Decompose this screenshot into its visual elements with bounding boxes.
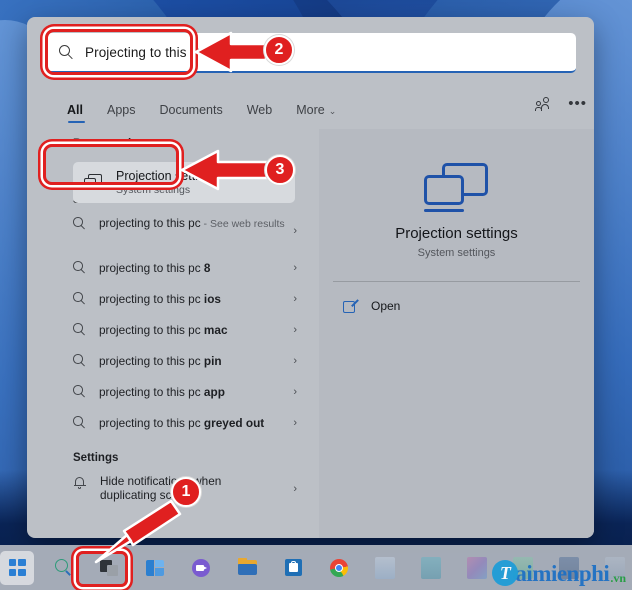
tab-all-label: All xyxy=(67,103,83,117)
pinned-app-button[interactable] xyxy=(368,551,402,585)
tab-documents-label: Documents xyxy=(159,103,223,117)
tab-web-label: Web xyxy=(246,103,273,117)
annotation-step-3: 3 xyxy=(265,155,295,185)
store-icon xyxy=(284,559,302,576)
web-result-item[interactable]: projecting to this pc greyed out › xyxy=(27,407,319,438)
watermark-tld: .vn xyxy=(610,571,626,585)
start-search-panel: Projecting to this PC All Apps Documents… xyxy=(27,17,594,538)
chevron-right-icon: › xyxy=(293,385,297,398)
tab-more-label: More xyxy=(296,103,325,117)
tab-web[interactable]: Web xyxy=(247,103,272,123)
folder-icon xyxy=(237,558,257,575)
tab-apps[interactable]: Apps xyxy=(107,103,136,123)
web-result-item[interactable]: projecting to this pc 8 › xyxy=(27,252,319,283)
web-result-item[interactable]: projecting to this pc ios › xyxy=(27,283,319,314)
search-icon xyxy=(54,559,72,576)
search-icon xyxy=(73,416,86,429)
pinned-app-icon xyxy=(421,556,441,579)
preview-subtitle: System settings xyxy=(417,247,496,259)
tabs-right-actions: ••• xyxy=(535,96,587,111)
chat-icon xyxy=(192,558,210,577)
watermark-logo-letter: T xyxy=(499,563,511,583)
web-result-item[interactable]: projecting to this pc mac › xyxy=(27,314,319,345)
chevron-right-icon: › xyxy=(293,416,297,429)
pinned-app-icon xyxy=(467,556,487,579)
chrome-icon xyxy=(330,558,348,577)
chevron-right-icon: › xyxy=(293,261,297,274)
open-external-icon xyxy=(343,298,359,314)
widgets-icon xyxy=(146,559,164,576)
taskbar-search-button[interactable] xyxy=(46,551,80,585)
annotation-highlight-best-match xyxy=(43,144,179,185)
watermark-text: aimienphi xyxy=(515,561,610,586)
tab-all[interactable]: All xyxy=(67,103,85,123)
preview-pane: Projection settings System settings Open xyxy=(319,129,594,538)
chevron-down-icon: ⌄ xyxy=(328,106,337,116)
web-result-label: projecting to this pc - See web results xyxy=(99,216,285,230)
web-result-label: projecting to this pc 8 xyxy=(99,260,211,275)
more-options-icon[interactable]: ••• xyxy=(568,96,587,111)
widgets-button[interactable] xyxy=(138,551,172,585)
tab-more[interactable]: More ⌄ xyxy=(296,103,336,123)
chevron-right-icon: › xyxy=(293,323,297,336)
results-column: Best match Projection settings System se… xyxy=(27,129,319,538)
search-icon xyxy=(73,354,86,367)
start-button[interactable] xyxy=(0,550,34,585)
web-result-item[interactable]: projecting to this pc app › xyxy=(27,376,319,407)
open-action-row[interactable]: Open xyxy=(343,293,400,319)
tab-documents[interactable]: Documents xyxy=(159,103,222,123)
tab-apps-label: Apps xyxy=(106,103,136,117)
search-icon xyxy=(73,292,86,305)
settings-header: Settings xyxy=(73,452,119,464)
pinned-app-button[interactable] xyxy=(460,551,494,585)
search-icon xyxy=(73,217,86,230)
web-result-label: projecting to this pc app xyxy=(99,384,225,399)
chevron-right-icon: › xyxy=(293,354,297,367)
chevron-right-icon: › xyxy=(293,483,297,495)
windows-start-icon xyxy=(8,559,26,576)
search-icon xyxy=(73,323,86,336)
account-people-icon[interactable] xyxy=(535,97,552,111)
web-result-label: projecting to this pc pin xyxy=(99,353,222,368)
annotation-highlight-search-box xyxy=(45,29,193,75)
web-result-label: projecting to this pc ios xyxy=(99,291,221,306)
pinned-app-icon xyxy=(375,556,395,579)
chat-button[interactable] xyxy=(184,551,218,585)
web-result-label: projecting to this pc greyed out xyxy=(99,415,265,430)
chevron-right-icon: › xyxy=(293,292,297,305)
open-label: Open xyxy=(371,299,401,313)
watermark: T aimienphi .vn xyxy=(492,560,626,586)
pinned-app-button[interactable] xyxy=(414,551,448,585)
projection-display-large-icon xyxy=(423,163,490,215)
annotation-step-2: 2 xyxy=(264,35,294,65)
search-icon xyxy=(73,385,86,398)
best-match-subtitle: System settings xyxy=(116,183,191,196)
chrome-button[interactable] xyxy=(322,551,356,585)
annotation-highlight-start-button xyxy=(76,551,128,587)
preview-divider xyxy=(333,281,580,282)
web-result-label: projecting to this pc mac xyxy=(99,322,228,337)
search-icon xyxy=(73,261,86,274)
web-result-item[interactable]: projecting to this pc pin › xyxy=(27,345,319,376)
microsoft-store-button[interactable] xyxy=(276,551,310,585)
bell-icon xyxy=(73,476,87,490)
web-result-item[interactable]: projecting to this pc - See web results … xyxy=(27,210,319,252)
annotation-step-1: 1 xyxy=(171,477,201,507)
chevron-right-icon: › xyxy=(293,225,297,237)
preview-title: Projection settings xyxy=(395,225,518,242)
filter-tabs: All Apps Documents Web More ⌄ ••• xyxy=(67,96,587,127)
file-explorer-button[interactable] xyxy=(230,551,264,585)
